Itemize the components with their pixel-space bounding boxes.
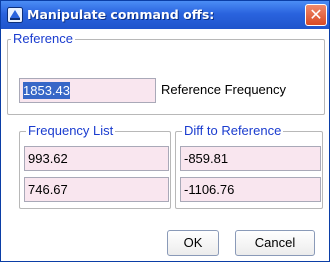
close-button[interactable]: ✕	[305, 4, 327, 26]
dialog-window: Manipulate command offs: ✕ Reference 185…	[0, 0, 330, 262]
frequency-list-item[interactable]: 746.67	[24, 177, 169, 202]
frequency-list-item-value: 746.67	[28, 182, 68, 197]
window-title: Manipulate command offs:	[27, 7, 215, 22]
reference-frequency-field[interactable]: 1853.43	[19, 78, 156, 103]
diff-list-item-value: -859.81	[184, 151, 229, 166]
close-icon: ✕	[309, 5, 323, 24]
frequency-list-item[interactable]: 993.62	[24, 146, 169, 171]
title-bar[interactable]: Manipulate command offs: ✕	[1, 1, 329, 29]
cancel-button[interactable]: Cancel	[235, 230, 315, 256]
reference-frequency-label: Reference Frequency	[161, 82, 287, 97]
app-icon	[7, 7, 23, 23]
diff-list-item[interactable]: -859.81	[180, 146, 321, 171]
reference-group-label: Reference	[11, 31, 75, 46]
diff-list-item-value: -1106.76	[184, 182, 235, 197]
frequency-list-label: Frequency List	[26, 123, 116, 138]
reference-group	[7, 39, 325, 115]
frequency-list-item-value: 993.62	[28, 151, 68, 166]
ok-button[interactable]: OK	[167, 230, 219, 256]
reference-frequency-value: 1853.43	[23, 82, 70, 99]
diff-to-reference-label: Diff to Reference	[182, 123, 284, 138]
diff-list-item[interactable]: -1106.76	[180, 177, 321, 202]
